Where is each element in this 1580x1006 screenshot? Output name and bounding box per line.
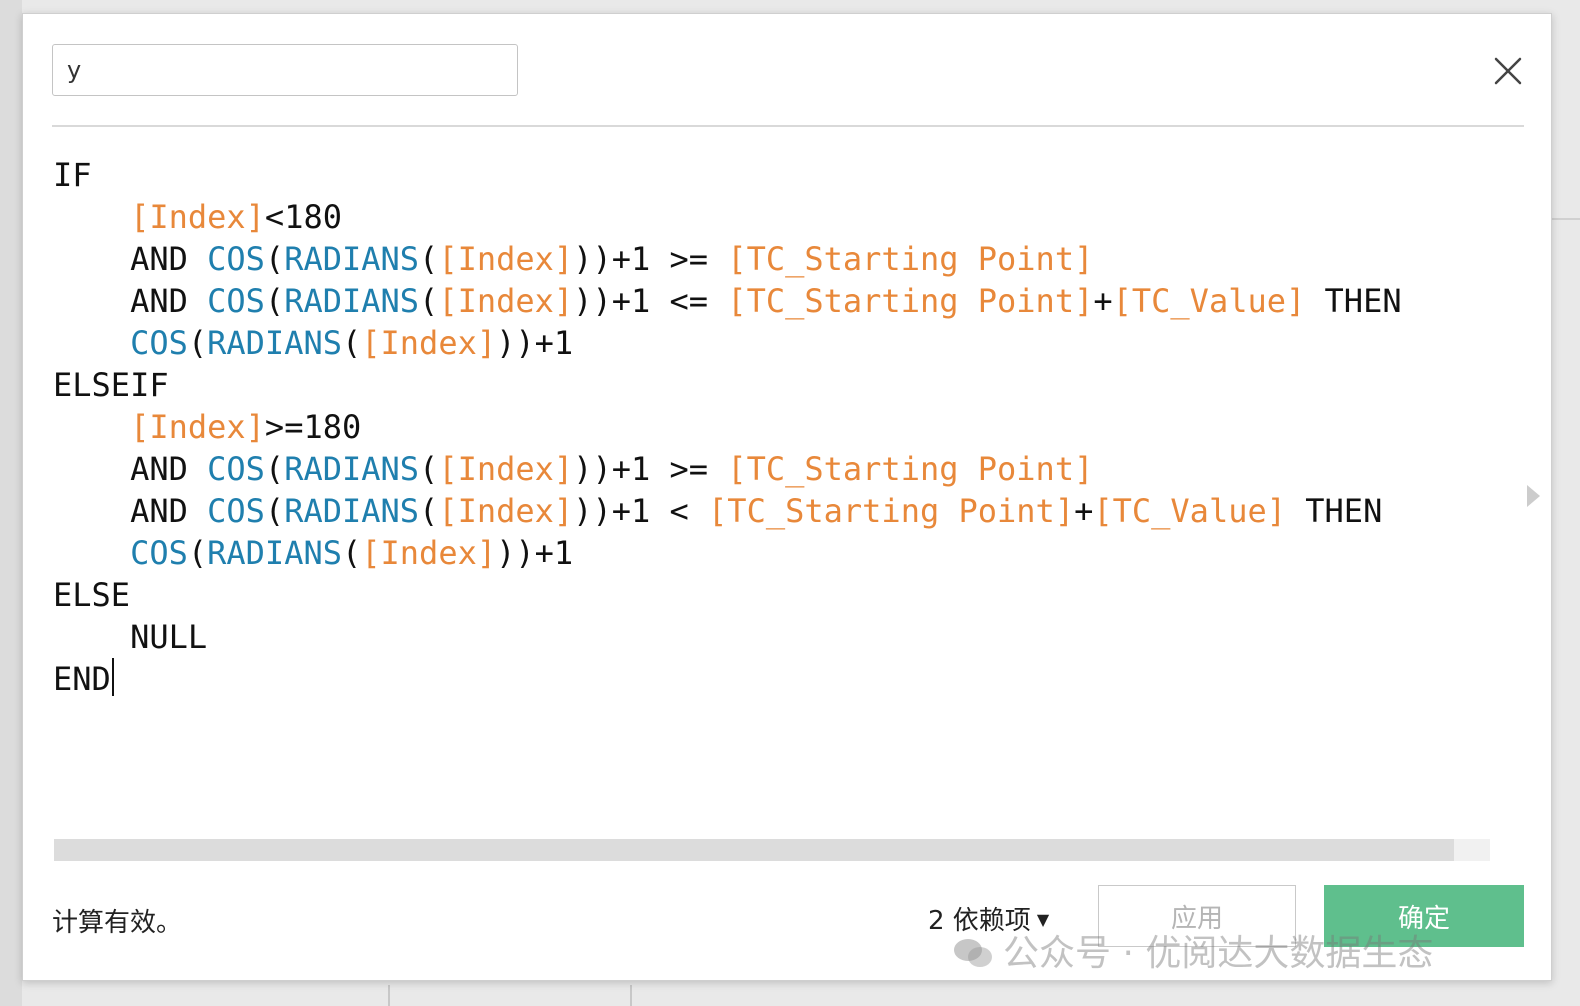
code-token: ( [264,492,285,530]
function-token: COS [207,492,265,530]
field-token: [TC_Starting Point] [727,450,1094,488]
code-token: ( [419,492,439,530]
field-token: [TC_Value] [1093,492,1286,530]
code-token: THEN [1286,492,1383,530]
code-token: AND [53,240,208,278]
ok-button[interactable]: 确定 [1324,885,1524,947]
code-token: ( [341,324,362,362]
code-token: ))+1 [496,534,574,572]
code-token: ( [419,240,439,278]
formula-editor[interactable]: IF [Index]<180 AND COS(RADIANS([Index]))… [53,154,1493,794]
code-token: ( [264,282,285,320]
code-token: ( [419,450,439,488]
dependencies-dropdown[interactable]: 2 依赖项 ▼ [928,900,1049,937]
code-token: ( [187,534,208,572]
function-token: COS [130,324,188,362]
function-token: COS [207,282,265,320]
function-token: COS [207,240,265,278]
header-divider [52,125,1524,127]
code-token: ))+1 <= [573,282,728,320]
caret-down-icon: ▼ [1036,910,1050,929]
scrollbar-thumb[interactable] [54,839,1454,861]
background-divider [1552,218,1580,220]
code-token: + [1093,282,1113,320]
code-line: COS(RADIANS([Index]))+1 [53,532,1493,574]
code-line: NULL [53,616,1493,658]
code-token: AND [53,450,208,488]
field-token: [Index] [130,198,265,236]
background-divider [630,985,632,1006]
function-token: RADIANS [207,324,342,362]
code-token: AND [53,492,208,530]
function-token: RADIANS [284,240,420,278]
code-token: ( [264,240,285,278]
code-token: ))+1 >= [573,450,728,488]
field-token: [Index] [438,450,574,488]
field-token: [Index] [438,240,574,278]
code-line: AND COS(RADIANS([Index]))+1 >= [TC_Start… [53,238,1493,280]
background-panel [0,0,22,1006]
field-token: [TC_Starting Point] [727,282,1094,320]
text-caret [111,658,114,696]
code-token: AND [53,282,208,320]
validation-status: 计算有效。 [52,908,183,938]
code-token: ))+1 [496,324,574,362]
code-token: ))+1 < [573,492,709,530]
field-token: [Index] [438,282,574,320]
code-token: NULL [53,618,208,656]
function-token: RADIANS [284,282,420,320]
function-token: COS [130,534,188,572]
code-token: ( [264,450,285,488]
code-line: [Index]>=180 [53,406,1493,448]
field-token: [TC_Value] [1112,282,1306,320]
field-token: [TC_Starting Point] [727,240,1094,278]
code-token: <180 [264,198,342,236]
apply-button[interactable]: 应用 [1098,885,1296,947]
function-token: RADIANS [207,534,342,572]
function-token: RADIANS [284,492,420,530]
function-token: RADIANS [284,450,420,488]
close-button[interactable] [1491,54,1525,88]
horizontal-scrollbar[interactable] [54,839,1490,861]
code-token: ELSE [53,576,131,614]
code-line: [Index]<180 [53,196,1493,238]
code-token: ))+1 >= [573,240,728,278]
code-token: THEN [1305,282,1402,320]
code-token: ( [419,282,439,320]
close-icon [1494,57,1522,85]
code-line: IF [53,154,1493,196]
field-token: [Index] [130,408,265,446]
code-token: IF [53,156,92,194]
calculation-editor-dialog: IF [Index]<180 AND COS(RADIANS([Index]))… [22,13,1552,981]
wechat-icon [954,939,992,967]
code-token: + [1074,492,1094,530]
field-token: [Index] [361,324,497,362]
code-line: AND COS(RADIANS([Index]))+1 < [TC_Starti… [53,490,1493,532]
calculation-name-input[interactable] [52,44,518,96]
code-token: >=180 [264,408,362,446]
code-line: ELSE [53,574,1493,616]
field-token: [TC_Starting Point] [708,492,1075,530]
code-line: ELSEIF [53,364,1493,406]
field-token: [Index] [361,534,497,572]
code-token: ELSEIF [53,366,169,404]
chevron-right-icon[interactable] [1527,485,1540,507]
code-line: COS(RADIANS([Index]))+1 [53,322,1493,364]
code-token: ( [187,324,208,362]
function-token: COS [207,450,265,488]
field-token: [Index] [438,492,574,530]
background-divider [388,985,390,1006]
code-line: AND COS(RADIANS([Index]))+1 >= [TC_Start… [53,448,1493,490]
code-line: AND COS(RADIANS([Index]))+1 <= [TC_Start… [53,280,1493,322]
code-token: ( [341,534,362,572]
dependencies-label: 2 依赖项 [928,906,1031,936]
code-line: END [53,658,1493,700]
code-token: END [53,660,111,698]
